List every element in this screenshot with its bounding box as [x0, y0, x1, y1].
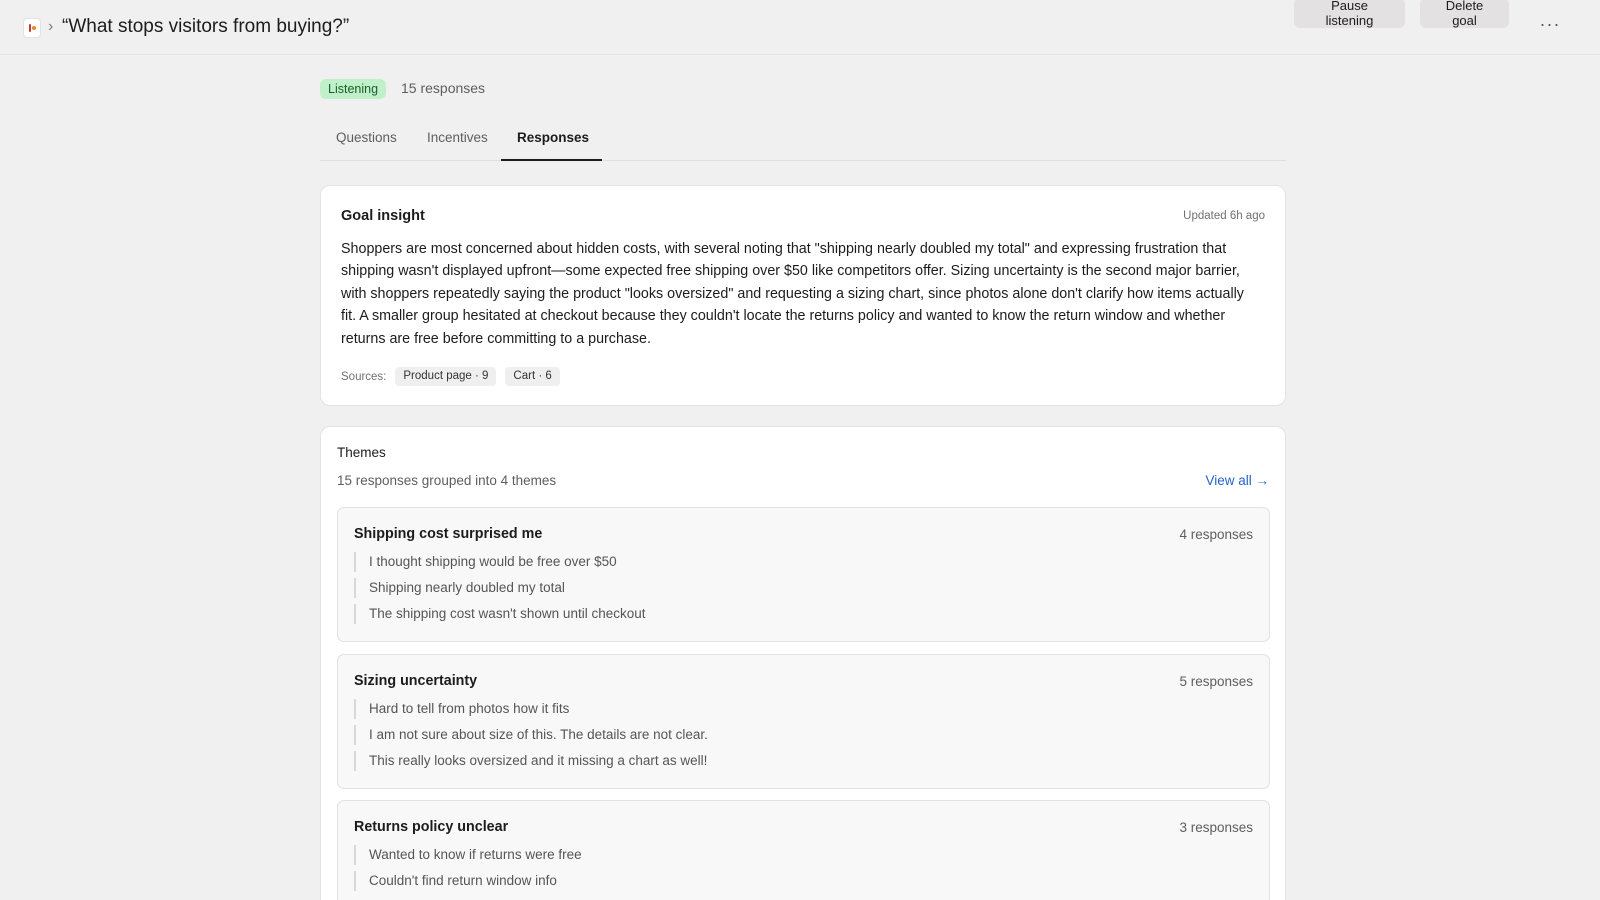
theme-card-sizing[interactable]: Sizing uncertainty 5 responses Hard to t… — [337, 654, 1270, 789]
sources-label: Sources: — [341, 370, 387, 383]
theme-quote: This really looks oversized and it missi… — [354, 751, 707, 771]
theme-quote: I thought shipping would be free over $5… — [354, 552, 617, 572]
tab-questions[interactable]: Questions — [336, 130, 397, 145]
app-logo-icon[interactable] — [23, 18, 41, 38]
insight-updated-time: Updated 6h ago — [1183, 210, 1265, 222]
theme-title: Shipping cost surprised me — [354, 526, 543, 542]
theme-quote: Shipping nearly doubled my total — [354, 578, 565, 598]
themes-title: Themes — [337, 445, 386, 460]
theme-response-count: 3 responses — [1179, 820, 1253, 835]
themes-card: Themes 15 responses grouped into 4 theme… — [320, 426, 1286, 900]
theme-quote: Hard to tell from photos how it fits — [354, 699, 569, 719]
theme-quote: Couldn't find return window info — [354, 871, 557, 891]
breadcrumb-chevron-icon: › — [48, 18, 54, 35]
theme-title: Returns policy unclear — [354, 819, 509, 835]
source-chip-product-page[interactable]: Product page · 9 — [395, 367, 497, 386]
insight-title: Goal insight — [341, 208, 425, 224]
theme-quote: The shipping cost wasn't shown until che… — [354, 604, 645, 624]
tab-responses[interactable]: Responses — [517, 130, 589, 145]
sources-row: Sources: Product page · 9 Cart · 6 — [341, 367, 569, 386]
source-chip-cart[interactable]: Cart · 6 — [505, 367, 560, 386]
view-all-link[interactable]: View all → — [1205, 473, 1269, 488]
status-badge: Listening — [320, 79, 387, 99]
goal-insight-card: Goal insight Updated 6h ago Shoppers are… — [320, 185, 1286, 406]
response-count: 15 responses — [401, 80, 486, 96]
insight-summary: Shoppers are most concerned about hidden… — [341, 241, 1244, 347]
theme-title: Sizing uncertainty — [354, 673, 478, 689]
active-tab-indicator — [501, 159, 602, 161]
theme-card-shipping[interactable]: Shipping cost surprised me 4 responses I… — [337, 507, 1270, 642]
theme-response-count: 5 responses — [1179, 674, 1253, 689]
theme-card-returns[interactable]: Returns policy unclear 3 responses Wante… — [337, 800, 1270, 900]
page-title: “What stops visitors from buying?” — [62, 16, 350, 37]
theme-quote: I am not sure about size of this. The de… — [354, 725, 708, 745]
pause-listening-button[interactable]: Pause listening — [1294, 0, 1405, 28]
top-bar: › “What stops visitors from buying?” Pau… — [0, 0, 1600, 55]
theme-response-count: 4 responses — [1179, 527, 1253, 542]
delete-goal-button[interactable]: Delete goal — [1420, 0, 1509, 28]
tab-incentives[interactable]: Incentives — [427, 130, 488, 145]
themes-subtitle: 15 responses grouped into 4 themes — [337, 473, 557, 488]
theme-quote: Wanted to know if returns were free — [354, 845, 582, 865]
tab-bar: Questions Incentives Responses — [320, 126, 1286, 161]
more-options-icon[interactable]: ··· — [1538, 15, 1562, 39]
